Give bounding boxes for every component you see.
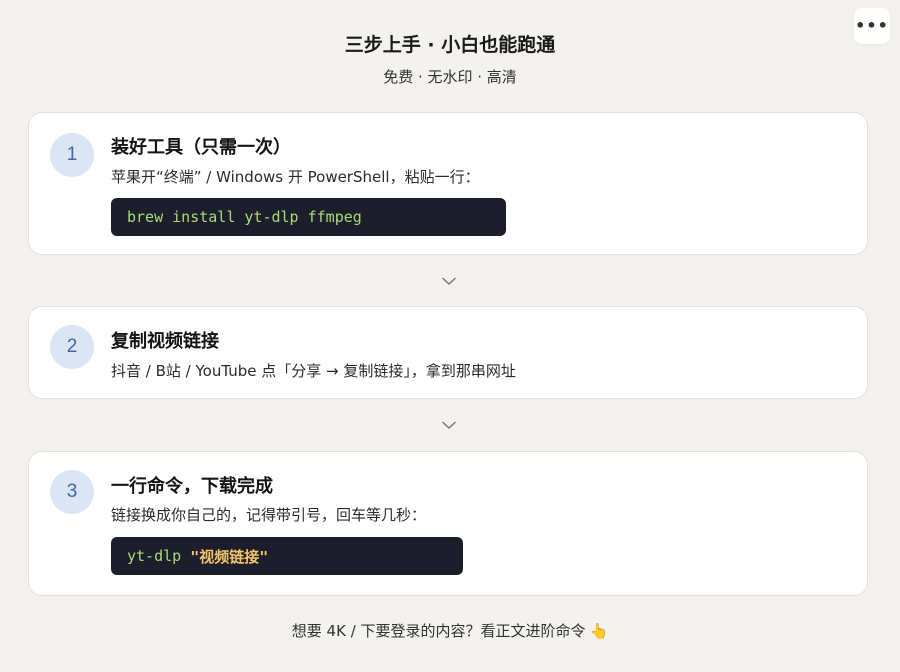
step-title: 复制视频链接: [111, 331, 219, 352]
step-number-badge: 1: [50, 133, 94, 177]
code-argument: "视频链接": [190, 547, 269, 566]
code-block-download[interactable]: yt-dlp "视频链接": [111, 537, 463, 575]
step-number-badge: 3: [50, 470, 94, 514]
step-title: 一行命令，下载完成: [111, 476, 273, 497]
step-card-3: 3 一行命令，下载完成 链接换成你自己的，记得带引号，回车等几秒： yt-dlp…: [28, 451, 868, 596]
page-title: 三步上手 · 小白也能跑通: [344, 34, 556, 56]
step-description: 链接换成你自己的，记得带引号，回车等几秒：: [111, 506, 427, 524]
step-card-1: 1 装好工具（只需一次） 苹果开“终端” / Windows 开 PowerSh…: [28, 112, 868, 255]
code-command: yt-dlp: [127, 547, 191, 565]
footer-hint: 想要 4K / 下要登录的内容？看正文进阶命令 👆: [0, 620, 900, 641]
code-block-install[interactable]: brew install yt-dlp ffmpeg: [111, 198, 506, 236]
step-number-badge: 2: [50, 325, 94, 369]
code-text: brew install yt-dlp ffmpeg: [127, 208, 362, 226]
step-card-2: 2 复制视频链接 抖音 / B站 / YouTube 点「分享 → 复制链接」，…: [28, 306, 868, 399]
chevron-down-icon: [438, 418, 460, 432]
step-description: 抖音 / B站 / YouTube 点「分享 → 复制链接」，拿到那串网址: [111, 362, 516, 380]
page-subtitle: 免费 · 无水印 · 高清: [383, 68, 517, 86]
step-title: 装好工具（只需一次）: [111, 137, 291, 158]
footer-text: 想要 4K / 下要登录的内容？看正文进阶命令: [291, 622, 586, 640]
pointing-up-hand-icon: 👆: [589, 622, 609, 640]
chevron-down-icon: [438, 274, 460, 288]
step-description: 苹果开“终端” / Windows 开 PowerShell，粘贴一行：: [111, 168, 480, 186]
